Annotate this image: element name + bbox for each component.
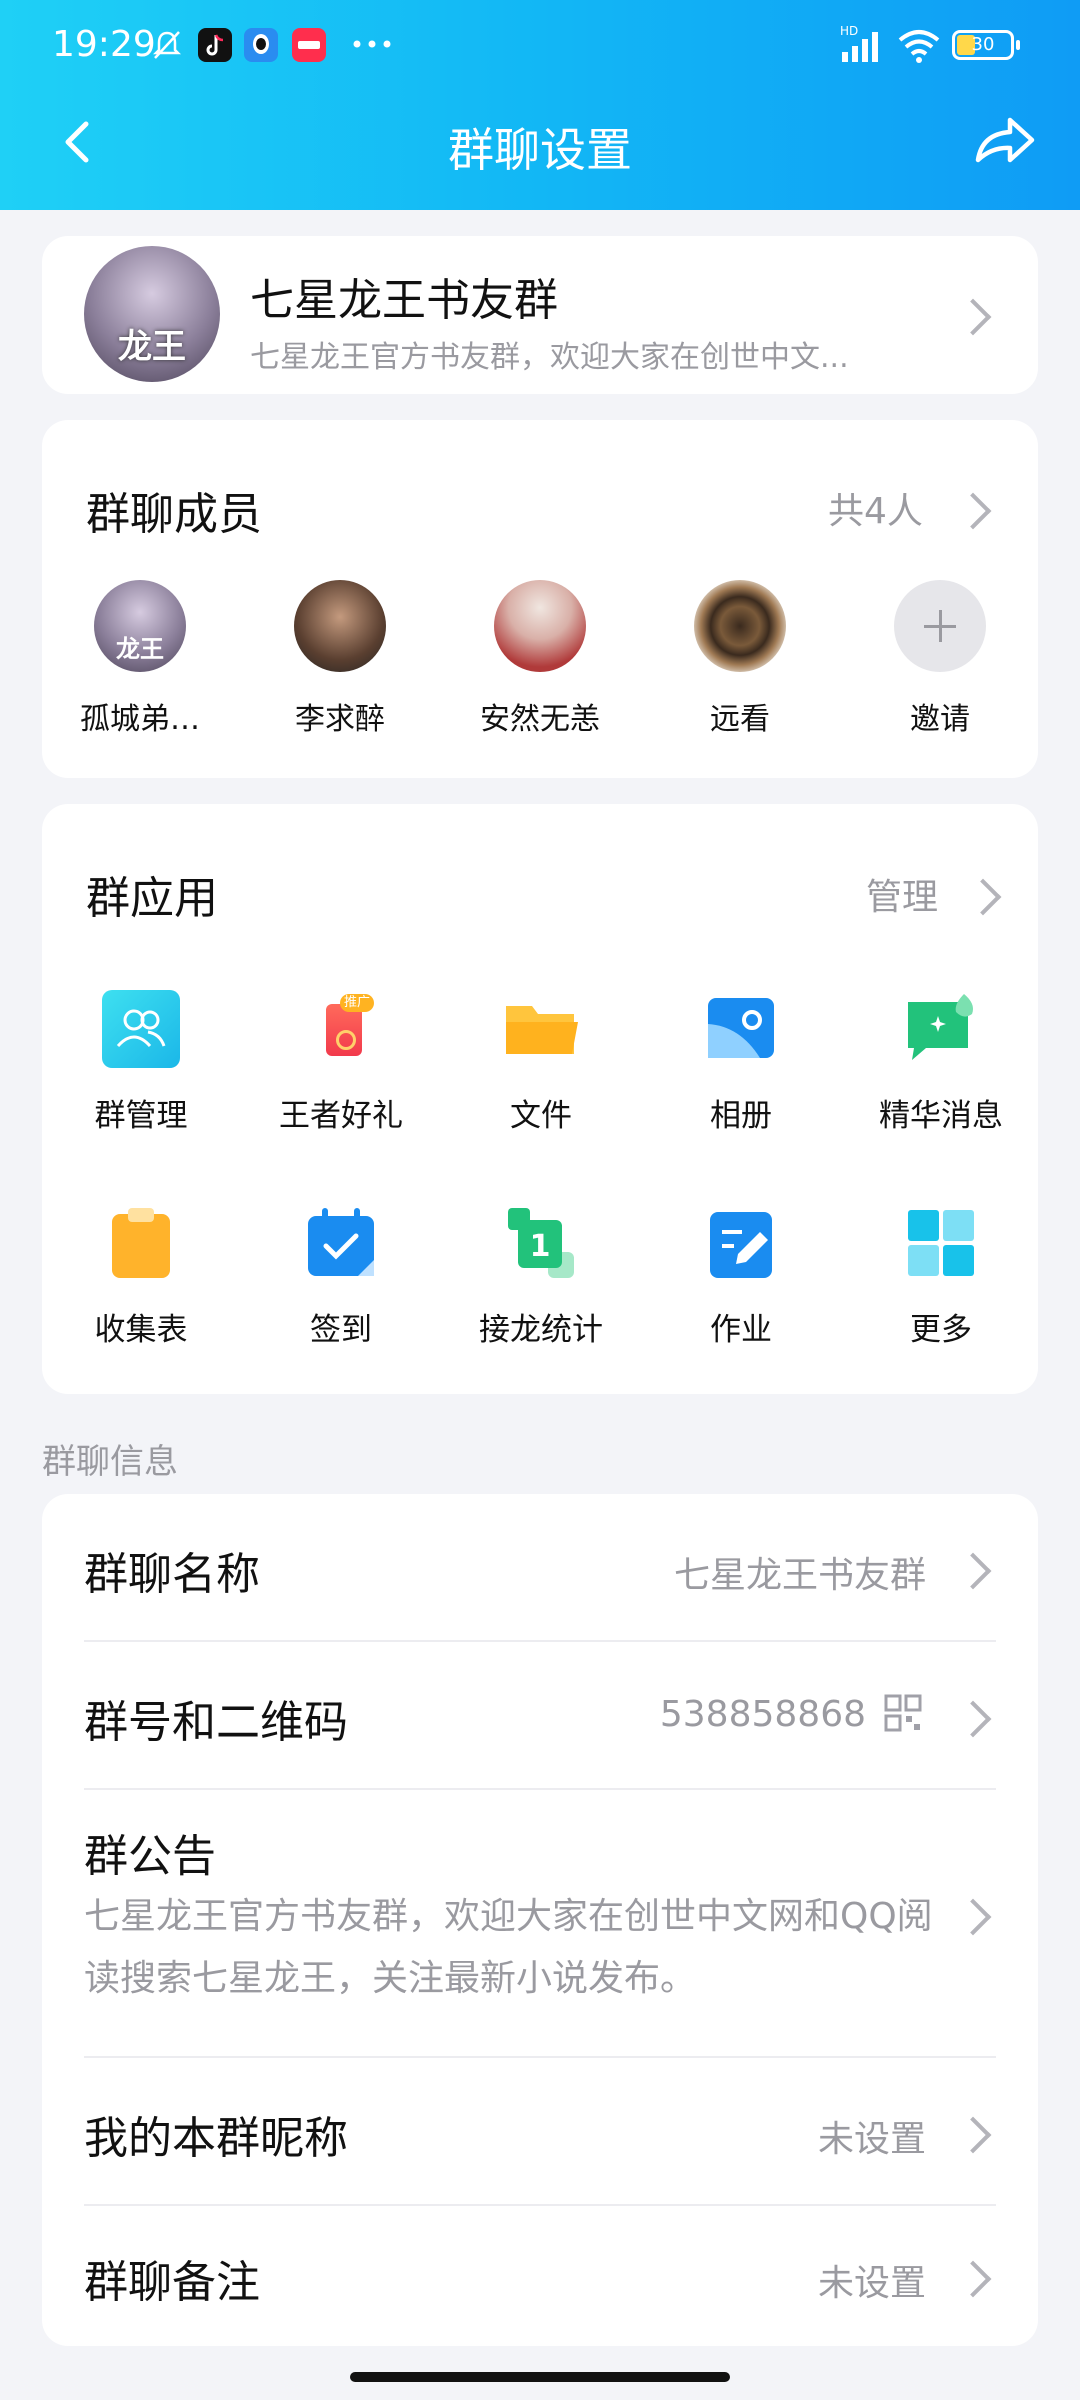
more-grid-icon (902, 1204, 980, 1282)
status-time: 19:29 (52, 24, 156, 65)
chevron-right-icon (954, 2116, 992, 2154)
app-essence-message[interactable]: 精华消息 (856, 990, 1026, 1135)
member-avatar (694, 580, 786, 672)
app-check-in[interactable]: 签到 (256, 1204, 426, 1349)
row-value: 七星龙王书友群 (673, 1555, 926, 1596)
notice-text: 七星龙王官方书友群，欢迎大家在创世中文网和QQ阅读搜索七星龙王，关注最新小说发布… (84, 1896, 933, 1999)
chevron-right-icon (954, 1700, 992, 1738)
row-value: 未设置 (817, 2263, 926, 2304)
app-group-manage[interactable]: 群管理 (56, 990, 226, 1135)
page-title: 群聊设置 (448, 123, 632, 177)
qq-icon (244, 28, 278, 62)
group-info-card: 群聊名称 七星龙王书友群 群号和二维码 538858868 群公告 七星龙王官方… (42, 1494, 1038, 2346)
app-label: 作业 (710, 1312, 772, 1348)
app-label: 王者好礼 (279, 1098, 403, 1134)
group-manage-icon (102, 990, 180, 1068)
row-label: 群公告 (84, 1831, 216, 1882)
group-info-section-label: 群聊信息 (42, 1442, 178, 1482)
app-label: 接龙统计 (479, 1312, 603, 1348)
network-type: HD (840, 24, 859, 38)
member-avatar (294, 580, 386, 672)
app-album[interactable]: 相册 (656, 990, 826, 1135)
row-group-remark[interactable]: 群聊备注 未设置 (84, 2206, 996, 2346)
apps-manage-link[interactable]: 管理 (866, 868, 938, 920)
app-homework[interactable]: 作业 (656, 1204, 826, 1349)
app-label: 群管理 (94, 1098, 188, 1134)
members-card: 群聊成员 共4人 龙王 孤城弟… 李求醉 安然无恙 远看 邀请 (42, 420, 1038, 778)
row-label: 我的本群昵称 (84, 2113, 348, 2164)
promo-badge: 推广 (340, 994, 375, 1012)
calendar-check-icon (302, 1204, 380, 1282)
row-label: 群聊名称 (84, 1549, 260, 1600)
relay-icon: 1 (502, 1204, 580, 1282)
chevron-right-icon (954, 298, 992, 336)
app-label: 收集表 (94, 1312, 188, 1348)
app-king-gift[interactable]: 推广 王者好礼 (256, 990, 426, 1135)
mute-bell-icon (152, 31, 182, 59)
group-avatar: 龙王 (84, 246, 220, 382)
plus-icon (894, 580, 986, 672)
app-label: 相册 (710, 1098, 772, 1134)
chevron-right-icon (954, 1552, 992, 1590)
member-item[interactable]: 安然无恙 (470, 580, 610, 738)
app-label: 精华消息 (879, 1098, 1003, 1134)
member-name: 安然无恙 (480, 702, 600, 737)
row-value: 538858868 (659, 1694, 866, 1735)
wifi-icon (898, 30, 940, 63)
member-avatar (494, 580, 586, 672)
member-avatar: 龙王 (94, 580, 186, 672)
row-group-id-qrcode[interactable]: 群号和二维码 538858868 (84, 1642, 996, 1788)
row-value: 未设置 (817, 2119, 926, 2160)
app-more[interactable]: 更多 (856, 1204, 1026, 1349)
top-header: 19:29 HD 30 群聊设置 (0, 0, 1080, 210)
member-item[interactable]: 李求醉 (270, 580, 410, 738)
member-name: 远看 (710, 702, 770, 737)
clipboard-icon (102, 1204, 180, 1282)
xiaohongshu-icon (292, 28, 326, 62)
qrcode-icon (884, 1694, 922, 1732)
gift-icon: 推广 (302, 990, 380, 1068)
battery-level: 30 (971, 34, 995, 55)
group-profile-card[interactable]: 龙王 七星龙王书友群 七星龙王官方书友群，欢迎大家在创世中文... (42, 236, 1038, 394)
app-collection-form[interactable]: 收集表 (56, 1204, 226, 1349)
group-name: 七星龙王书友群 (250, 275, 558, 326)
album-icon (702, 990, 780, 1068)
row-label: 群聊备注 (84, 2257, 260, 2308)
chevron-right-icon (964, 878, 1002, 916)
share-button[interactable] (970, 110, 1040, 170)
tiktok-icon (198, 28, 232, 62)
more-dots-icon (353, 40, 391, 48)
row-my-nickname[interactable]: 我的本群昵称 未设置 (84, 2058, 996, 2204)
homework-icon (702, 1204, 780, 1282)
apps-title: 群应用 (86, 873, 218, 924)
app-relay-stats[interactable]: 1 接龙统计 (456, 1204, 626, 1349)
member-name: 李求醉 (295, 702, 385, 737)
group-avatar-text: 龙王 (118, 327, 186, 367)
row-label: 群号和二维码 (84, 1697, 348, 1748)
group-description: 七星龙王官方书友群，欢迎大家在创世中文... (250, 340, 849, 375)
member-name: 孤城弟… (80, 702, 200, 737)
invite-label: 邀请 (910, 702, 970, 737)
folder-icon (502, 990, 580, 1068)
relay-glyph: 1 (530, 1229, 551, 1264)
members-title: 群聊成员 (86, 489, 262, 540)
app-label: 文件 (510, 1098, 572, 1134)
members-count[interactable]: 共4人 (828, 482, 923, 534)
member-item[interactable]: 远看 (670, 580, 810, 738)
chevron-right-icon (954, 2260, 992, 2298)
member-item[interactable]: 龙王 孤城弟… (70, 580, 210, 738)
essence-message-icon (902, 990, 980, 1068)
invite-member-button[interactable]: 邀请 (870, 580, 1010, 738)
group-apps-card: 群应用 管理 群管理 推广 王者好礼 文件 相册 精华消息 收集表 签到 1 接… (42, 804, 1038, 1394)
app-label: 更多 (910, 1312, 972, 1348)
home-indicator[interactable] (350, 2372, 730, 2382)
row-group-name[interactable]: 群聊名称 七星龙王书友群 (84, 1494, 996, 1640)
app-files[interactable]: 文件 (456, 990, 626, 1135)
app-label: 签到 (310, 1312, 372, 1348)
battery-icon: 30 (952, 30, 1020, 60)
chevron-right-icon (954, 492, 992, 530)
